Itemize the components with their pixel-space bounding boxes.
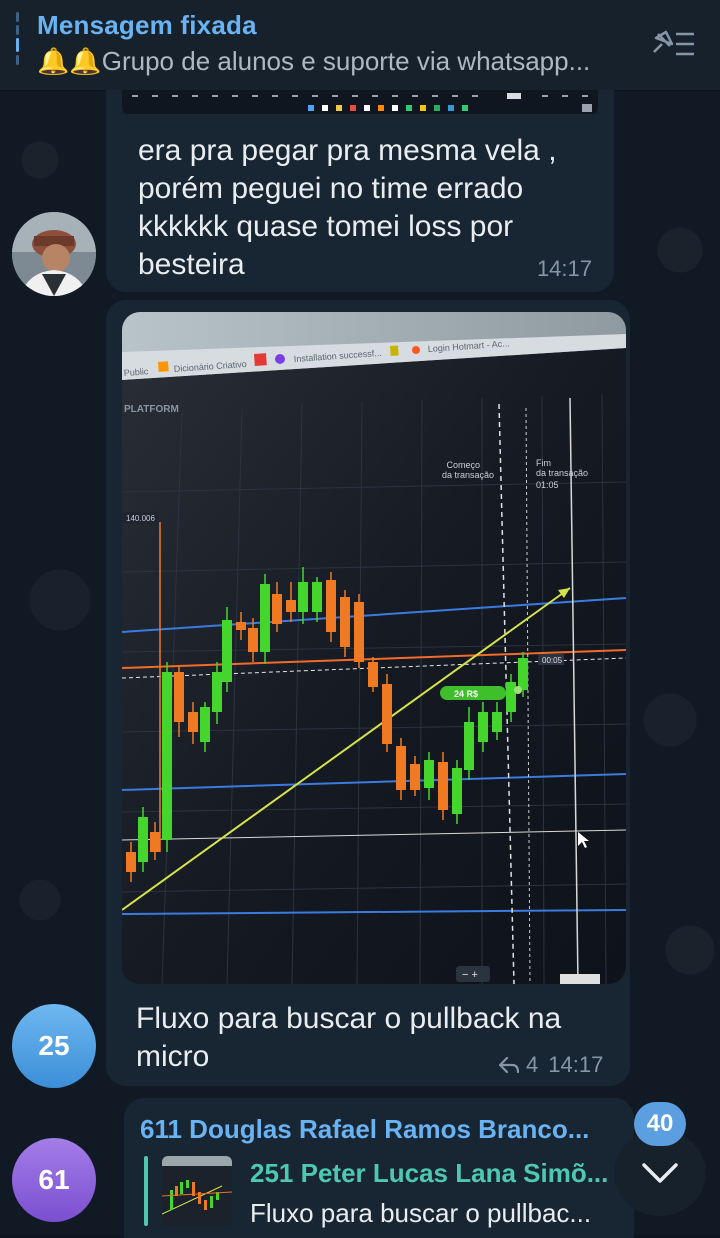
message-bubble-1[interactable]: era pra pegar pra mesma vela , porém peg… bbox=[106, 90, 614, 292]
candle-body bbox=[298, 582, 308, 612]
candle-body bbox=[492, 712, 502, 732]
message-bubble-3[interactable]: 611 Douglas Rafael Ramos Branco... 251 P… bbox=[124, 1098, 634, 1238]
candle-body bbox=[200, 707, 210, 742]
candle-body bbox=[452, 768, 462, 814]
forward-quote-bar bbox=[144, 1156, 148, 1226]
candle-body bbox=[150, 832, 160, 852]
candle-body bbox=[212, 672, 222, 712]
candle-body bbox=[478, 712, 488, 742]
candle-body bbox=[236, 622, 246, 630]
pinned-indicator bbox=[16, 12, 19, 74]
forward-author[interactable]: 251 Peter Lucas Lana Simõ... bbox=[250, 1158, 620, 1189]
candle-body bbox=[438, 762, 448, 810]
candle-body bbox=[506, 682, 516, 712]
start-label-2: da transação bbox=[442, 470, 494, 480]
candle-body bbox=[272, 594, 282, 624]
avatar-initials: 25 bbox=[38, 1030, 70, 1061]
svg-text:− +: − + bbox=[462, 969, 478, 981]
candle-body bbox=[138, 817, 148, 862]
candle-body bbox=[326, 580, 336, 632]
platform-label: PLATFORM bbox=[124, 404, 179, 415]
candle-body bbox=[354, 602, 364, 662]
candle-body bbox=[174, 672, 184, 722]
candle-body bbox=[286, 600, 296, 612]
reply-author[interactable]: 611 Douglas Rafael Ramos Branco... bbox=[140, 1114, 610, 1145]
reply-count-meta[interactable]: 4 14:17 bbox=[498, 1052, 603, 1078]
pinned-title: Mensagem fixada bbox=[37, 10, 257, 40]
timer-tag: 00:05 bbox=[542, 656, 563, 665]
candle-body bbox=[518, 658, 528, 690]
pinned-message-bar[interactable]: Mensagem fixada 🔔🔔Grupo de alunos e supo… bbox=[0, 0, 720, 91]
candle-body bbox=[396, 746, 406, 790]
message-time: 14:17 bbox=[548, 1052, 604, 1077]
avatar-user-25[interactable]: 25 bbox=[12, 1004, 96, 1088]
forward-text: Fluxo para buscar o pullbac... bbox=[250, 1198, 592, 1228]
message-time: 14:17 bbox=[536, 256, 592, 281]
candle-body bbox=[312, 582, 322, 612]
avatar-user-61[interactable]: 61 bbox=[12, 1138, 96, 1222]
pin-list-icon[interactable] bbox=[648, 26, 698, 62]
candle-body bbox=[340, 597, 350, 647]
end-label-3: 01:05 bbox=[536, 480, 559, 490]
candle-body bbox=[260, 584, 270, 652]
candle-body bbox=[248, 628, 258, 652]
candle-body bbox=[222, 620, 232, 682]
candle-body bbox=[410, 764, 420, 790]
message-text: era pra pegar pra mesma vela , porém peg… bbox=[138, 134, 557, 281]
candle-body bbox=[368, 662, 378, 687]
image-preview-strip bbox=[122, 90, 598, 114]
chevron-down-icon bbox=[642, 1163, 678, 1183]
trade-tag: 24 R$ bbox=[454, 689, 478, 699]
start-label-1: Começo bbox=[446, 460, 480, 470]
price-tag: 140.006 bbox=[126, 514, 155, 523]
candle-body bbox=[424, 760, 434, 788]
end-label-2: da transação bbox=[536, 468, 588, 478]
avatar-initials: 61 bbox=[38, 1164, 70, 1195]
forward-thumbnail[interactable] bbox=[162, 1156, 232, 1226]
candle-body bbox=[188, 712, 198, 732]
reply-count: 4 bbox=[526, 1052, 539, 1077]
candle-body bbox=[382, 684, 392, 744]
unread-count-badge[interactable]: 40 bbox=[634, 1102, 686, 1146]
pinned-preview-text: 🔔🔔Grupo de alunos e suporte via whatsapp… bbox=[37, 46, 591, 76]
reply-arrow-icon bbox=[498, 1056, 520, 1074]
candle-body bbox=[162, 672, 172, 840]
candle-body bbox=[464, 722, 474, 770]
trading-chart-photo[interactable]: Public Dicionário Criativo Installation … bbox=[122, 312, 626, 984]
tab-label-1: Public bbox=[123, 366, 149, 378]
end-label-1: Fim bbox=[536, 458, 551, 468]
avatar-user-1[interactable] bbox=[12, 212, 96, 296]
candle-body bbox=[126, 852, 136, 872]
